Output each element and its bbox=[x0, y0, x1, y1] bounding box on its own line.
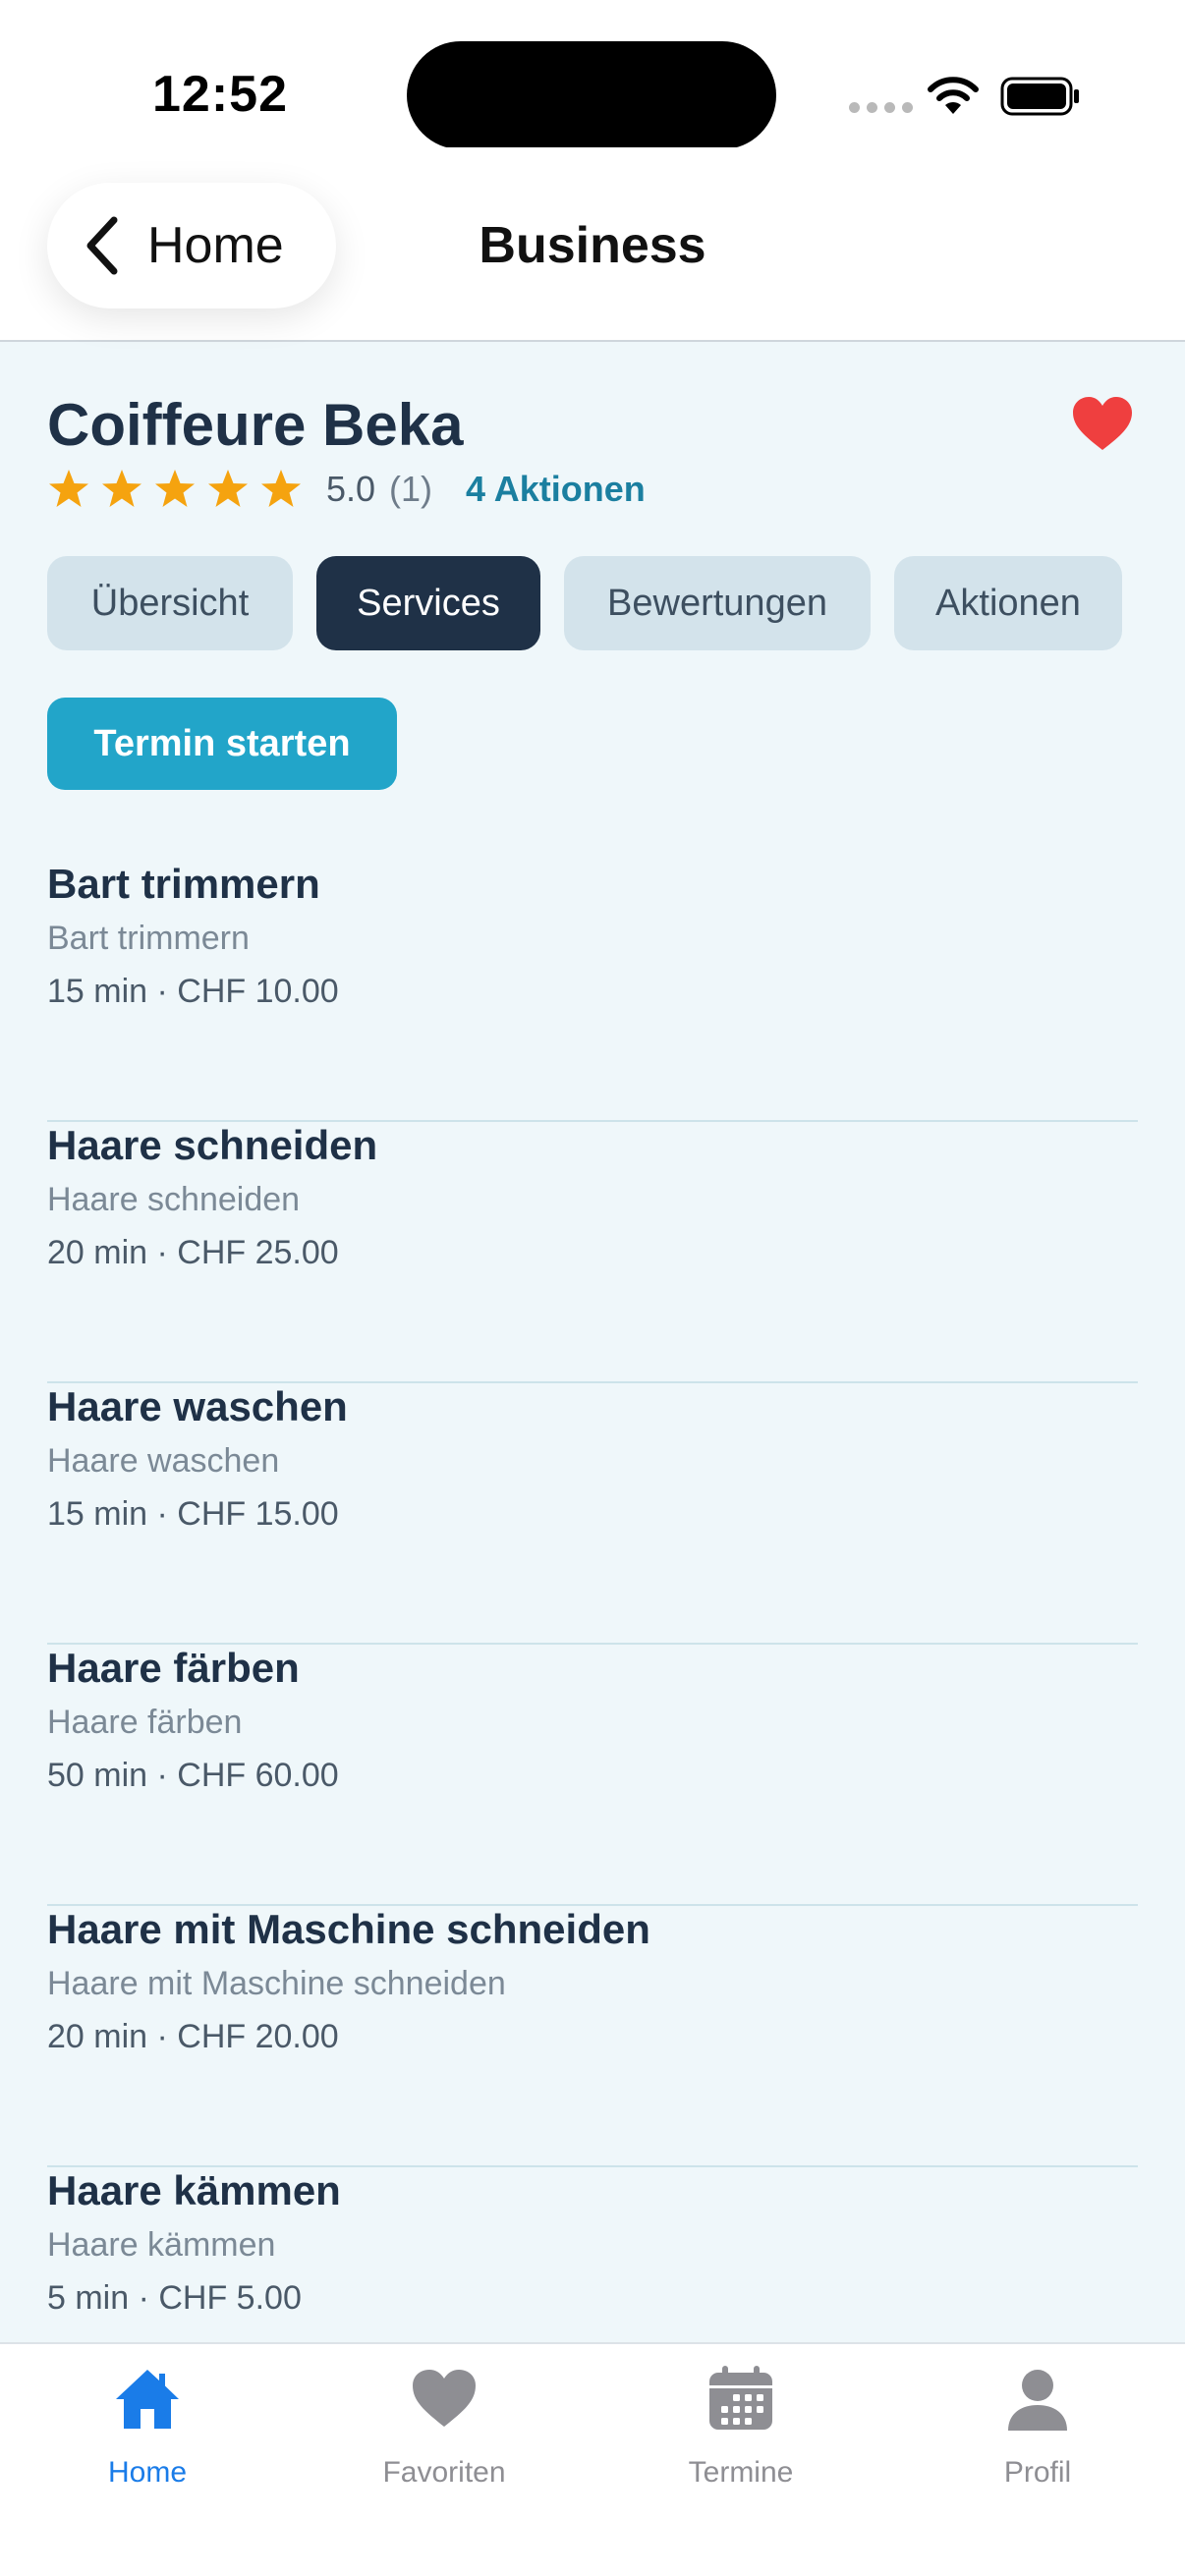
service-name: Haare färben bbox=[47, 1645, 300, 1691]
service-description: Haare schneiden bbox=[47, 1181, 301, 1218]
heart-icon bbox=[413, 2370, 476, 2427]
star-icon bbox=[49, 470, 88, 507]
section-tabs: Übersicht Services Bewertungen Aktionen bbox=[47, 556, 1122, 650]
service-duration-price: 20 min · CHF 25.00 bbox=[47, 1234, 339, 1271]
tabbar-appointments-label: Termine bbox=[688, 2456, 794, 2489]
tab-services[interactable]: Services bbox=[316, 556, 540, 650]
star-icon bbox=[208, 470, 248, 507]
business-name: Coiffeure Beka bbox=[47, 392, 464, 458]
navigation-bar: Home Business bbox=[0, 147, 1185, 342]
service-item[interactable]: Haare färben Haare färben 50 min · CHF 6… bbox=[47, 1645, 1138, 1906]
dynamic-island bbox=[407, 41, 776, 149]
service-description: Haare kämmen bbox=[47, 2226, 276, 2264]
star-icon bbox=[102, 470, 141, 507]
promotions-link[interactable]: 4 Aktionen bbox=[466, 469, 646, 510]
service-duration-price: 5 min · CHF 5.00 bbox=[47, 2279, 302, 2317]
star-icon bbox=[155, 470, 195, 507]
calendar-icon bbox=[709, 2366, 772, 2430]
house-icon bbox=[116, 2370, 179, 2429]
service-item[interactable]: Bart trimmern Bart trimmern 15 min · CHF… bbox=[47, 861, 1138, 1122]
service-description: Haare mit Maschine schneiden bbox=[47, 1965, 506, 2002]
start-appointment-button[interactable]: Termin starten bbox=[47, 698, 397, 790]
service-name: Haare schneiden bbox=[47, 1122, 378, 1168]
service-name: Haare mit Maschine schneiden bbox=[47, 1906, 650, 1952]
tabbar-home[interactable]: Home bbox=[39, 2364, 255, 2511]
service-item[interactable]: Haare kämmen Haare kämmen 5 min · CHF 5.… bbox=[47, 2167, 1138, 2342]
service-duration-price: 15 min · CHF 10.00 bbox=[47, 973, 339, 1010]
tabbar-home-label: Home bbox=[107, 2456, 188, 2489]
service-name: Haare kämmen bbox=[47, 2167, 341, 2213]
tabbar-appointments[interactable]: Termine bbox=[633, 2364, 849, 2511]
service-description: Haare färben bbox=[47, 1704, 243, 1741]
tabbar-profile[interactable]: Profil bbox=[930, 2364, 1146, 2511]
star-icon bbox=[261, 470, 301, 507]
review-count: (1) bbox=[389, 469, 433, 509]
tab-reviews[interactable]: Bewertungen bbox=[564, 556, 871, 650]
battery-icon bbox=[1000, 77, 1079, 116]
person-icon bbox=[1008, 2370, 1067, 2431]
service-item[interactable]: Haare mit Maschine schneiden Haare mit M… bbox=[47, 1906, 1138, 2167]
tabbar-favorites[interactable]: Favoriten bbox=[336, 2364, 552, 2511]
tab-bar: Home Favoriten Termine Profil bbox=[0, 2342, 1185, 2576]
service-description: Bart trimmern bbox=[47, 920, 250, 957]
service-name: Haare waschen bbox=[47, 1383, 348, 1429]
tab-overview[interactable]: Übersicht bbox=[47, 556, 293, 650]
page-title: Business bbox=[479, 217, 706, 274]
rating-value: 5.0 bbox=[326, 469, 376, 509]
tab-promotions[interactable]: Aktionen bbox=[894, 556, 1122, 650]
tabbar-profile-label: Profil bbox=[1003, 2456, 1072, 2489]
service-duration-price: 15 min · CHF 15.00 bbox=[47, 1495, 339, 1533]
wifi-icon bbox=[928, 77, 979, 114]
service-item[interactable]: Haare waschen Haare waschen 15 min · CHF… bbox=[47, 1383, 1138, 1645]
status-time: 12:52 bbox=[152, 66, 288, 123]
favorite-heart-icon[interactable] bbox=[1071, 395, 1134, 452]
service-name: Bart trimmern bbox=[47, 861, 320, 907]
service-duration-price: 20 min · CHF 20.00 bbox=[47, 2018, 339, 2055]
service-duration-price: 50 min · CHF 60.00 bbox=[47, 1757, 339, 1794]
tabbar-favorites-label: Favoriten bbox=[382, 2456, 506, 2489]
cellular-signal-icon bbox=[849, 102, 913, 113]
service-item[interactable]: Haare schneiden Haare schneiden 20 min ·… bbox=[47, 1122, 1138, 1383]
rating-row: 5.0 (1) 4 Aktionen bbox=[47, 466, 646, 513]
service-description: Haare waschen bbox=[47, 1442, 280, 1480]
